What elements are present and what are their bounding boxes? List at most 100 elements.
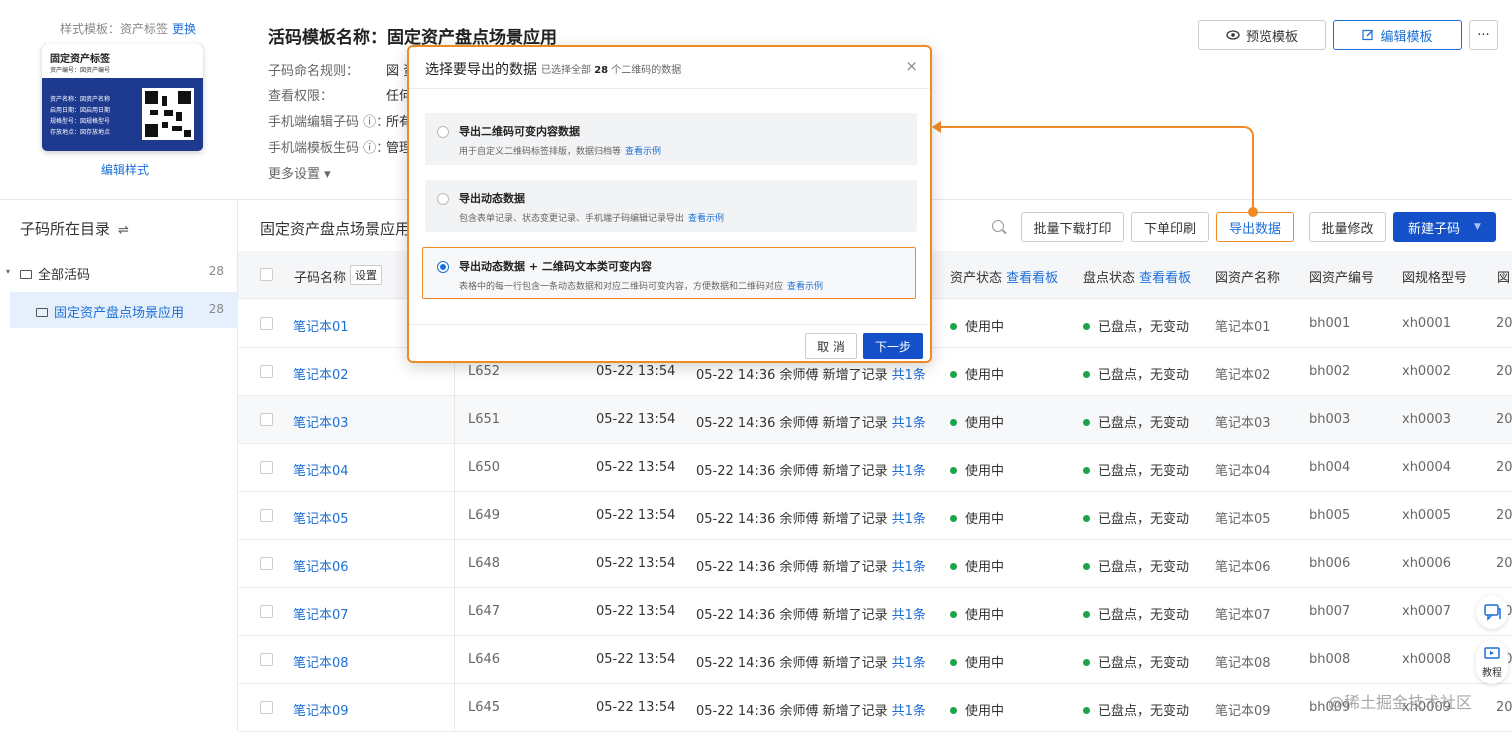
- cell-name[interactable]: 笔记本08: [293, 652, 349, 671]
- row-checkbox[interactable]: [260, 365, 273, 378]
- cell-spec: xh0002: [1402, 364, 1452, 379]
- edit-style-link[interactable]: 编辑样式: [101, 161, 149, 178]
- directory-sidebar: 子码所在目录 ⇌ ▾ 全部活码 28 固定资产盘点场景应用 28: [0, 200, 238, 731]
- cell-check: 已盘点，无变动: [1083, 556, 1189, 575]
- cell-name[interactable]: 笔记本04: [293, 460, 349, 479]
- video-tutorial-icon: [1484, 647, 1500, 659]
- table-row[interactable]: 笔记本03 L651 05-22 13:54 05-22 14:36 余师傅 新增了记…: [238, 396, 1512, 444]
- row-checkbox[interactable]: [260, 557, 273, 570]
- new-code-button[interactable]: 新建子码 ▼: [1393, 212, 1496, 242]
- log-count-link[interactable]: 共1条: [892, 368, 926, 383]
- column-setting-button[interactable]: 设置: [350, 265, 382, 285]
- order-print-button[interactable]: 下单印刷: [1131, 212, 1209, 242]
- log-count-link[interactable]: 共1条: [892, 704, 926, 719]
- row-checkbox[interactable]: [260, 701, 273, 714]
- status-text: 使用中: [965, 368, 1005, 383]
- cell-code: L651: [468, 412, 501, 427]
- batch-edit-button[interactable]: 批量修改: [1309, 212, 1386, 242]
- cell-name[interactable]: 笔记本02: [293, 364, 349, 383]
- log-count-link[interactable]: 共1条: [892, 560, 926, 575]
- log-count-link[interactable]: 共1条: [892, 416, 926, 431]
- select-all-checkbox[interactable]: [260, 268, 273, 281]
- next-step-button[interactable]: 下一步: [863, 333, 923, 359]
- sidebar-item-fixed-asset[interactable]: 固定资产盘点场景应用 28: [10, 292, 238, 328]
- sidebar-item-all[interactable]: ▾ 全部活码 28: [0, 254, 238, 290]
- status-text: 使用中: [965, 560, 1005, 575]
- chevron-down-icon[interactable]: ▼: [1474, 222, 1481, 232]
- row-checkbox[interactable]: [260, 653, 273, 666]
- folder-icon: [20, 270, 32, 279]
- row-checkbox[interactable]: [260, 509, 273, 522]
- cell-name[interactable]: 笔记本01: [293, 316, 349, 335]
- close-icon[interactable]: ×: [905, 57, 918, 75]
- cell-status: 使用中: [950, 604, 1004, 623]
- caret-down-icon[interactable]: ▾: [6, 267, 10, 276]
- table-row[interactable]: 笔记本07 L647 05-22 13:54 05-22 14:36 余师傅 新增了记…: [238, 588, 1512, 636]
- edit-template-button[interactable]: 编辑模板: [1333, 20, 1462, 50]
- cell-log: 05-22 14:36 余师傅 新增了记录 共1条: [696, 652, 926, 671]
- status-text: 使用中: [965, 656, 1005, 671]
- row-checkbox[interactable]: [260, 605, 273, 618]
- cell-status: 使用中: [950, 316, 1004, 335]
- table-row[interactable]: 笔记本04 L650 05-22 13:54 05-22 14:36 余师傅 新增了记…: [238, 444, 1512, 492]
- cell-extra: 20: [1496, 460, 1512, 475]
- cell-check: 已盘点，无变动: [1083, 652, 1189, 671]
- sidebar-title: 子码所在目录: [20, 220, 111, 238]
- cell-name[interactable]: 笔记本03: [293, 412, 349, 431]
- feedback-float-button[interactable]: [1476, 595, 1508, 629]
- cell-created: 05-22 13:54: [596, 508, 676, 523]
- status-text: 使用中: [965, 416, 1005, 431]
- card-subtitle: 资产编号：図资产编号: [50, 67, 111, 74]
- view-example-link[interactable]: 查看示例: [787, 282, 823, 292]
- check-board-link[interactable]: 查看看板: [1139, 271, 1191, 286]
- asset-board-link[interactable]: 查看看板: [1006, 271, 1058, 286]
- cell-log: 05-22 14:36 余师傅 新增了记录 共1条: [696, 412, 926, 431]
- status-dot-icon: [950, 611, 957, 618]
- radio-button-selected[interactable]: [437, 261, 449, 273]
- row-checkbox[interactable]: [260, 317, 273, 330]
- more-actions-button[interactable]: ···: [1469, 20, 1498, 50]
- cell-asset-no: bh005: [1309, 508, 1351, 523]
- export-option-dynamic-plus-text[interactable]: 导出动态数据 + 二维码文本类可变内容 表格中的每一行包含一条动态数据和对应二维…: [422, 247, 916, 299]
- cancel-button[interactable]: 取 消: [805, 333, 857, 359]
- annotation-dot: [1248, 207, 1258, 217]
- cell-name[interactable]: 笔记本09: [293, 700, 349, 719]
- status-dot-icon: [1083, 419, 1090, 426]
- tutorial-float-button[interactable]: 教程: [1476, 640, 1508, 684]
- table-row[interactable]: 笔记本08 L646 05-22 13:54 05-22 14:36 余师傅 新增了记…: [238, 636, 1512, 684]
- cell-name[interactable]: 笔记本06: [293, 556, 349, 575]
- radio-button[interactable]: [437, 126, 449, 138]
- arrow-head-icon: [932, 121, 941, 133]
- more-settings-toggle[interactable]: 更多设置 ▾: [268, 163, 331, 182]
- info-view-permission: 查看权限： 任何: [268, 85, 412, 104]
- search-icon[interactable]: [992, 220, 1004, 232]
- change-template-link[interactable]: 更换: [172, 22, 196, 36]
- switch-icon[interactable]: ⇌: [118, 223, 129, 238]
- cell-created: 05-22 13:54: [596, 700, 676, 715]
- log-count-link[interactable]: 共1条: [892, 608, 926, 623]
- export-option-qr-variable[interactable]: 导出二维码可变内容数据 用于自定义二维码标签排版，数据归档等 查看示例: [425, 113, 917, 165]
- export-option-dynamic[interactable]: 导出动态数据 包含表单记录、状态变更记录、手机端子码编辑记录导出 查看示例: [425, 180, 917, 232]
- batch-download-print-button[interactable]: 批量下载打印: [1021, 212, 1124, 242]
- row-checkbox[interactable]: [260, 461, 273, 474]
- info-label: 手机端模板生码 ⓘ：: [268, 141, 390, 156]
- view-example-link[interactable]: 查看示例: [625, 147, 661, 157]
- preview-template-button[interactable]: 预览模板: [1198, 20, 1326, 50]
- log-count-link[interactable]: 共1条: [892, 512, 926, 527]
- radio-button[interactable]: [437, 193, 449, 205]
- table-row[interactable]: 笔记本05 L649 05-22 13:54 05-22 14:36 余师傅 新增了记…: [238, 492, 1512, 540]
- table-row[interactable]: 笔记本09 L645 05-22 13:54 05-22 14:36 余师傅 新增了记…: [238, 684, 1512, 732]
- view-example-link[interactable]: 查看示例: [688, 214, 724, 224]
- asset-label-preview[interactable]: 固定资产标签 资产编号：図资产编号 资产名称：図资产名称 启用日期：図启用日期 …: [42, 44, 203, 151]
- cell-name[interactable]: 笔记本07: [293, 604, 349, 623]
- cell-name[interactable]: 笔记本05: [293, 508, 349, 527]
- row-checkbox[interactable]: [260, 413, 273, 426]
- log-count-link[interactable]: 共1条: [892, 656, 926, 671]
- new-code-label: 新建子码: [1408, 221, 1461, 237]
- table-row[interactable]: 笔记本06 L648 05-22 13:54 05-22 14:36 余师傅 新增了记…: [238, 540, 1512, 588]
- status-text: 使用中: [965, 464, 1005, 479]
- cell-check: 已盘点，无变动: [1083, 460, 1189, 479]
- template-style-label: 样式模板：资产标签 更换: [60, 20, 196, 37]
- status-dot-icon: [1083, 707, 1090, 714]
- log-count-link[interactable]: 共1条: [892, 464, 926, 479]
